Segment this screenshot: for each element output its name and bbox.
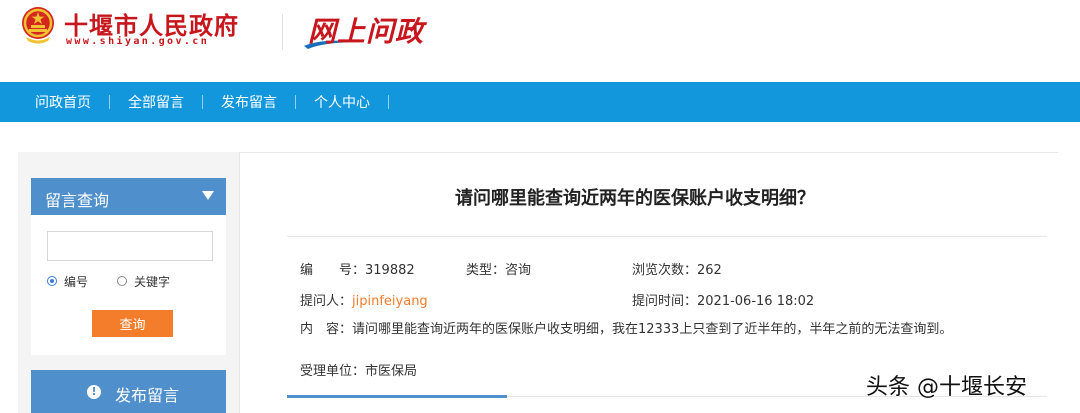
radio-button-checked[interactable] [47, 276, 57, 286]
info-icon [87, 385, 101, 399]
message-id-field: 编 号：319882 [300, 259, 415, 278]
asker-link[interactable]: jipinfeiyang [352, 294, 428, 309]
radio-label-keyword: 关键字 [134, 274, 171, 289]
ask-time-field: 提问时间：2021-06-16 18:02 [632, 290, 814, 309]
view-count-label: 浏览次数： [632, 263, 698, 278]
asker-field: 提问人：jipinfeiyang [300, 290, 428, 309]
radio-option-keyword[interactable]: 关键字 [117, 273, 170, 289]
nav-item-post-message[interactable]: 发布留言 [203, 92, 295, 112]
section-tab-accent [287, 395, 507, 398]
handling-dept-value: 市医保局 [365, 364, 418, 379]
sidebar: 留言查询 编号 关键字 查询 发布留言 [18, 152, 239, 413]
message-id-value: 319882 [365, 263, 415, 278]
nav-item-all-messages[interactable]: 全部留言 [110, 92, 202, 112]
message-type-field: 类型：咨询 [466, 259, 531, 278]
view-count-value: 262 [697, 263, 722, 278]
search-panel-title: 留言查询 [45, 191, 110, 210]
search-panel-body: 编号 关键字 查询 [31, 215, 226, 355]
content-value: 请问哪里能查询近两年的医保账户收支明细，我在12333上只查到了近半年的，半年之… [352, 322, 953, 337]
site-url[interactable]: www.shiyan.gov.cn [66, 36, 209, 47]
module-logo[interactable]: 网上问政 [308, 10, 424, 50]
message-id-label: 编 号： [300, 263, 366, 278]
header-divider [282, 14, 283, 50]
search-panel-header[interactable]: 留言查询 [31, 178, 226, 215]
site-header: 十堰市人民政府 www.shiyan.gov.cn 网上问政 [0, 0, 1080, 82]
search-input[interactable] [47, 231, 213, 261]
search-button[interactable]: 查询 [92, 310, 173, 337]
radio-option-id[interactable]: 编号 [47, 273, 88, 289]
caret-down-icon[interactable] [202, 191, 214, 200]
message-title: 请问哪里能查询近两年的医保账户收支明细？ [455, 188, 815, 209]
nav-items: 问政首页 全部留言 发布留言 个人中心 [17, 82, 389, 122]
asker-label: 提问人： [300, 294, 353, 309]
handling-dept-label: 受理单位： [300, 364, 366, 379]
content-label: 内 容： [300, 322, 353, 337]
publish-message-label: 发布留言 [115, 386, 180, 405]
watermark-text: 头条 @十堰长安 [866, 375, 1027, 400]
message-type-value: 咨询 [505, 263, 532, 278]
nav-separator [388, 95, 389, 109]
message-type-label: 类型： [466, 263, 506, 278]
ask-time-label: 提问时间： [632, 294, 698, 309]
handling-dept-field: 受理单位：市医保局 [300, 360, 417, 379]
main-nav: 问政首页 全部留言 发布留言 个人中心 [0, 82, 1080, 122]
title-divider [287, 236, 1047, 237]
publish-message-button[interactable]: 发布留言 [31, 370, 226, 413]
radio-button[interactable] [117, 276, 127, 286]
view-count-field: 浏览次数：262 [632, 259, 722, 278]
national-emblem-icon [22, 7, 54, 44]
ask-time-value: 2021-06-16 18:02 [697, 294, 815, 309]
nav-item-home[interactable]: 问政首页 [17, 92, 109, 112]
content-field: 内 容：请问哪里能查询近两年的医保账户收支明细，我在12333上只查到了近半年的… [300, 318, 952, 337]
nav-item-personal-center[interactable]: 个人中心 [296, 92, 388, 112]
radio-label-id: 编号 [64, 274, 89, 289]
